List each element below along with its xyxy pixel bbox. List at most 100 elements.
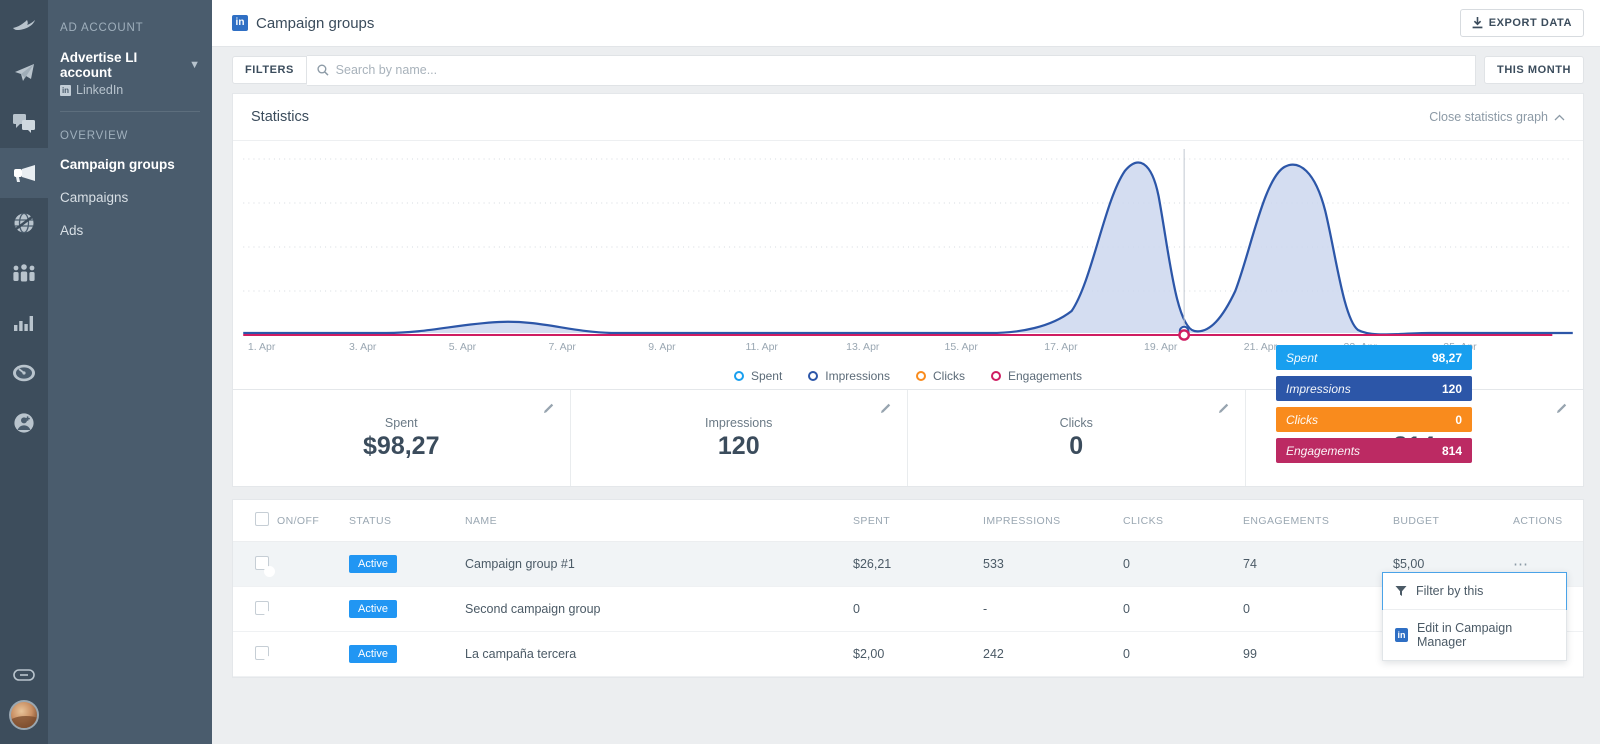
kpi-label: Clicks bbox=[1059, 415, 1093, 430]
row-engagements: 74 bbox=[1243, 541, 1393, 587]
row-actions-button[interactable]: ⋯ bbox=[1513, 556, 1529, 573]
column-spent[interactable]: SPENT bbox=[853, 500, 983, 542]
row-clicks: 0 bbox=[1123, 631, 1243, 677]
row-context-menu: Filter by this in Edit in Campaign Manag… bbox=[1382, 572, 1567, 661]
status-badge: Active bbox=[349, 600, 397, 618]
row-name[interactable]: Second campaign group bbox=[465, 586, 853, 632]
row-name[interactable]: Campaign group #1 bbox=[465, 541, 853, 587]
logo-swoosh-icon[interactable] bbox=[0, 0, 48, 48]
content-area: Statistics Close statistics graph Spent … bbox=[212, 93, 1600, 744]
tooltip-label-clicks: Clicks bbox=[1286, 412, 1318, 427]
column-name[interactable]: NAME bbox=[465, 500, 853, 542]
column-on-off[interactable]: ON/OFF bbox=[277, 500, 349, 542]
icon-rail bbox=[0, 0, 48, 744]
chat-bubbles-icon[interactable] bbox=[0, 98, 48, 148]
account-name: Advertise LI account bbox=[60, 50, 138, 80]
paper-plane-icon[interactable] bbox=[0, 48, 48, 98]
export-data-button[interactable]: EXPORT DATA bbox=[1459, 9, 1584, 37]
column-status[interactable]: STATUS bbox=[349, 500, 465, 542]
bar-chart-icon[interactable] bbox=[0, 298, 48, 348]
kpi-value: $98,27 bbox=[363, 431, 440, 460]
statistics-card: Statistics Close statistics graph Spent … bbox=[232, 93, 1584, 487]
legend-item-spent[interactable]: Spent bbox=[733, 369, 783, 383]
table-row[interactable]: Active La campaña tercera $2,00 242 0 99 bbox=[233, 631, 1583, 677]
main-region: in Campaign groups EXPORT DATA FILTERS T… bbox=[212, 0, 1600, 744]
linkedin-icon: in bbox=[232, 15, 248, 31]
table-row[interactable]: Active Second campaign group 0 - 0 0 bbox=[233, 586, 1583, 632]
globe-network-icon[interactable] bbox=[0, 198, 48, 248]
linkedin-icon: in bbox=[60, 84, 71, 96]
close-statistics-graph-label: Close statistics graph bbox=[1429, 110, 1548, 124]
account-platform: in LinkedIn bbox=[48, 80, 212, 97]
row-status-cell: Active bbox=[349, 631, 465, 677]
kpi-value: 0 bbox=[1069, 431, 1084, 460]
sidebar-nav: Campaign groups Campaigns Ads bbox=[48, 148, 212, 247]
link-icon[interactable] bbox=[0, 650, 48, 700]
x-tick: 21. Apr bbox=[1243, 341, 1278, 353]
search-field[interactable] bbox=[306, 54, 1477, 86]
pencil-icon[interactable] bbox=[879, 402, 891, 420]
column-engagements[interactable]: ENGAGEMENTS bbox=[1243, 500, 1393, 542]
account-platform-label: LinkedIn bbox=[76, 83, 124, 97]
column-clicks[interactable]: CLICKS bbox=[1123, 500, 1243, 542]
sidebar-item-campaign-groups[interactable]: Campaign groups bbox=[48, 148, 212, 181]
statistics-header: Statistics Close statistics graph bbox=[233, 94, 1583, 141]
legend-item-engagements[interactable]: Engagements bbox=[990, 369, 1082, 383]
row-toggle-cell bbox=[277, 541, 349, 587]
sidebar-item-ads[interactable]: Ads bbox=[48, 214, 212, 247]
filters-button[interactable]: FILTERS bbox=[232, 56, 307, 84]
people-group-icon[interactable] bbox=[0, 248, 48, 298]
sidebar: AD ACCOUNT Advertise LI account ▼ in Lin… bbox=[48, 0, 212, 744]
pencil-icon[interactable] bbox=[1555, 402, 1567, 420]
row-select-cell bbox=[233, 541, 277, 587]
menu-item-edit-in-campaign-manager[interactable]: in Edit in Campaign Manager bbox=[1383, 609, 1566, 660]
megaphone-icon[interactable] bbox=[0, 148, 48, 198]
speedometer-icon[interactable] bbox=[0, 348, 48, 398]
legend-label-spent: Spent bbox=[750, 369, 783, 383]
row-impressions: 242 bbox=[983, 631, 1123, 677]
page-title-label: Campaign groups bbox=[256, 14, 375, 32]
select-all-checkbox[interactable] bbox=[255, 512, 269, 526]
close-statistics-graph-button[interactable]: Close statistics graph bbox=[1429, 110, 1565, 124]
row-toggle-cell bbox=[277, 631, 349, 677]
date-range-button[interactable]: THIS MONTH bbox=[1484, 56, 1584, 84]
legend-item-clicks[interactable]: Clicks bbox=[915, 369, 965, 383]
row-spent: $2,00 bbox=[853, 631, 983, 677]
chart-area-impressions bbox=[243, 162, 1573, 335]
pencil-icon[interactable] bbox=[542, 402, 554, 420]
row-status-cell: Active bbox=[349, 586, 465, 632]
legend-marker-impressions bbox=[808, 371, 819, 381]
page-title: in Campaign groups bbox=[232, 15, 374, 32]
kpi-label: Spent bbox=[384, 415, 418, 430]
kpi-spent: Spent $98,27 bbox=[233, 390, 571, 486]
filter-bar: FILTERS THIS MONTH bbox=[212, 47, 1600, 93]
legend-label-impressions: Impressions bbox=[825, 369, 890, 383]
legend-item-impressions[interactable]: Impressions bbox=[808, 369, 890, 383]
chart-line-impressions bbox=[243, 161, 1573, 336]
row-name[interactable]: La campaña tercera bbox=[465, 631, 853, 677]
x-tick: 13. Apr bbox=[846, 341, 880, 353]
add-user-icon[interactable] bbox=[0, 398, 48, 448]
x-tick: 5. Apr bbox=[448, 341, 477, 353]
x-tick: 9. Apr bbox=[648, 341, 676, 353]
account-selector[interactable]: Advertise LI account ▼ bbox=[48, 34, 212, 80]
tooltip-row-impressions: Impressions 120 bbox=[1276, 376, 1472, 401]
menu-item-filter-by-this[interactable]: Filter by this bbox=[1382, 572, 1567, 610]
tooltip-value-impressions: 120 bbox=[1441, 381, 1462, 396]
x-tick: 1. Apr bbox=[247, 341, 276, 353]
sidebar-item-campaigns[interactable]: Campaigns bbox=[48, 181, 212, 214]
column-budget[interactable]: BUDGET bbox=[1393, 500, 1513, 542]
column-impressions[interactable]: IMPRESSIONS bbox=[983, 500, 1123, 542]
statistics-title: Statistics bbox=[251, 109, 310, 125]
x-tick: 17. Apr bbox=[1044, 341, 1078, 353]
pencil-icon[interactable] bbox=[1217, 402, 1229, 420]
chevron-up-icon bbox=[1554, 114, 1565, 120]
search-input[interactable] bbox=[335, 63, 1466, 77]
sidebar-section-overview: OVERVIEW bbox=[60, 130, 129, 142]
kpi-value: 120 bbox=[717, 431, 760, 460]
funnel-icon bbox=[1395, 586, 1407, 596]
x-tick: 7. Apr bbox=[548, 341, 576, 353]
table-header-row: ON/OFF STATUS NAME SPENT IMPRESSIONS CLI… bbox=[233, 500, 1583, 542]
avatar[interactable] bbox=[9, 700, 39, 730]
table-row[interactable]: Active Campaign group #1 $26,21 533 0 74… bbox=[233, 541, 1583, 587]
